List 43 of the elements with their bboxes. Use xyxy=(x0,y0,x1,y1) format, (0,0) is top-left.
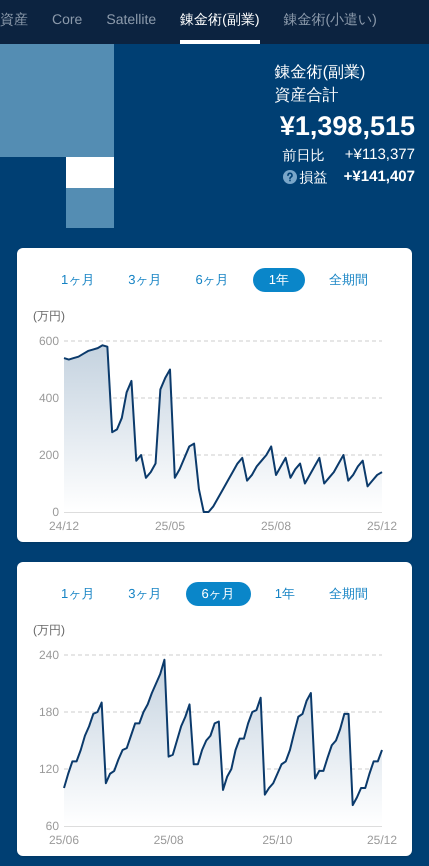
treemap-tile xyxy=(66,157,114,188)
y-tick-label: 180 xyxy=(38,705,59,719)
category-tab[interactable]: Satellite xyxy=(106,0,156,44)
y-tick-label: 600 xyxy=(38,334,59,348)
y-tick-label: 60 xyxy=(46,819,59,833)
x-tick-label: 25/12 xyxy=(366,519,398,533)
unit-label: (万円) xyxy=(33,309,65,323)
y-tick-label: 200 xyxy=(38,448,59,462)
help-icon[interactable] xyxy=(282,170,297,184)
period-tab[interactable]: 全期間 xyxy=(318,268,378,292)
row-value: +¥141,407 xyxy=(344,167,415,187)
period-tab[interactable]: 6ヶ月 xyxy=(186,268,239,292)
x-tick-label: 24/12 xyxy=(48,519,80,533)
y-tick-label: 240 xyxy=(38,648,59,662)
x-tick-label: 25/08 xyxy=(260,519,292,533)
y-tick-label: 120 xyxy=(38,762,59,776)
x-tick-label: 25/06 xyxy=(48,833,80,847)
x-tick-label: 25/05 xyxy=(154,519,186,533)
period-tab[interactable]: 3ヶ月 xyxy=(118,582,172,606)
period-tab[interactable]: 1年 xyxy=(252,268,305,292)
period-tab[interactable]: 1年 xyxy=(264,582,305,606)
period-tab[interactable]: 1ヶ月 xyxy=(51,268,104,292)
category-tab[interactable]: 錬金術(副業) xyxy=(180,0,260,44)
unit-label: (万円) xyxy=(33,623,65,637)
x-tick-label: 25/12 xyxy=(366,833,398,847)
total-amount: ¥1,398,515 xyxy=(278,110,415,143)
category-tab[interactable]: 錬金術(小遣い) xyxy=(284,0,377,44)
period-tab[interactable]: 全期間 xyxy=(318,582,378,606)
period-tab[interactable]: 3ヶ月 xyxy=(118,268,172,292)
row-label: 損益 xyxy=(300,168,328,187)
row-value: +¥113,377 xyxy=(344,145,415,165)
total-label: 資産合計 xyxy=(274,86,340,106)
period-tab[interactable]: 1ヶ月 xyxy=(51,582,104,606)
x-tick-label: 25/10 xyxy=(262,833,292,847)
category-tab[interactable]: 資産 xyxy=(0,0,28,44)
category-tab[interactable]: Core xyxy=(52,0,82,44)
portfolio-name: 錬金術(副業) xyxy=(274,63,366,83)
period-tab[interactable]: 6ヶ月 xyxy=(186,582,251,606)
y-tick-label: 0 xyxy=(52,505,59,519)
y-tick-label: 400 xyxy=(38,391,59,405)
row-label: 前日比 xyxy=(282,146,325,165)
treemap-tile xyxy=(66,188,114,228)
x-tick-label: 25/08 xyxy=(154,833,184,847)
